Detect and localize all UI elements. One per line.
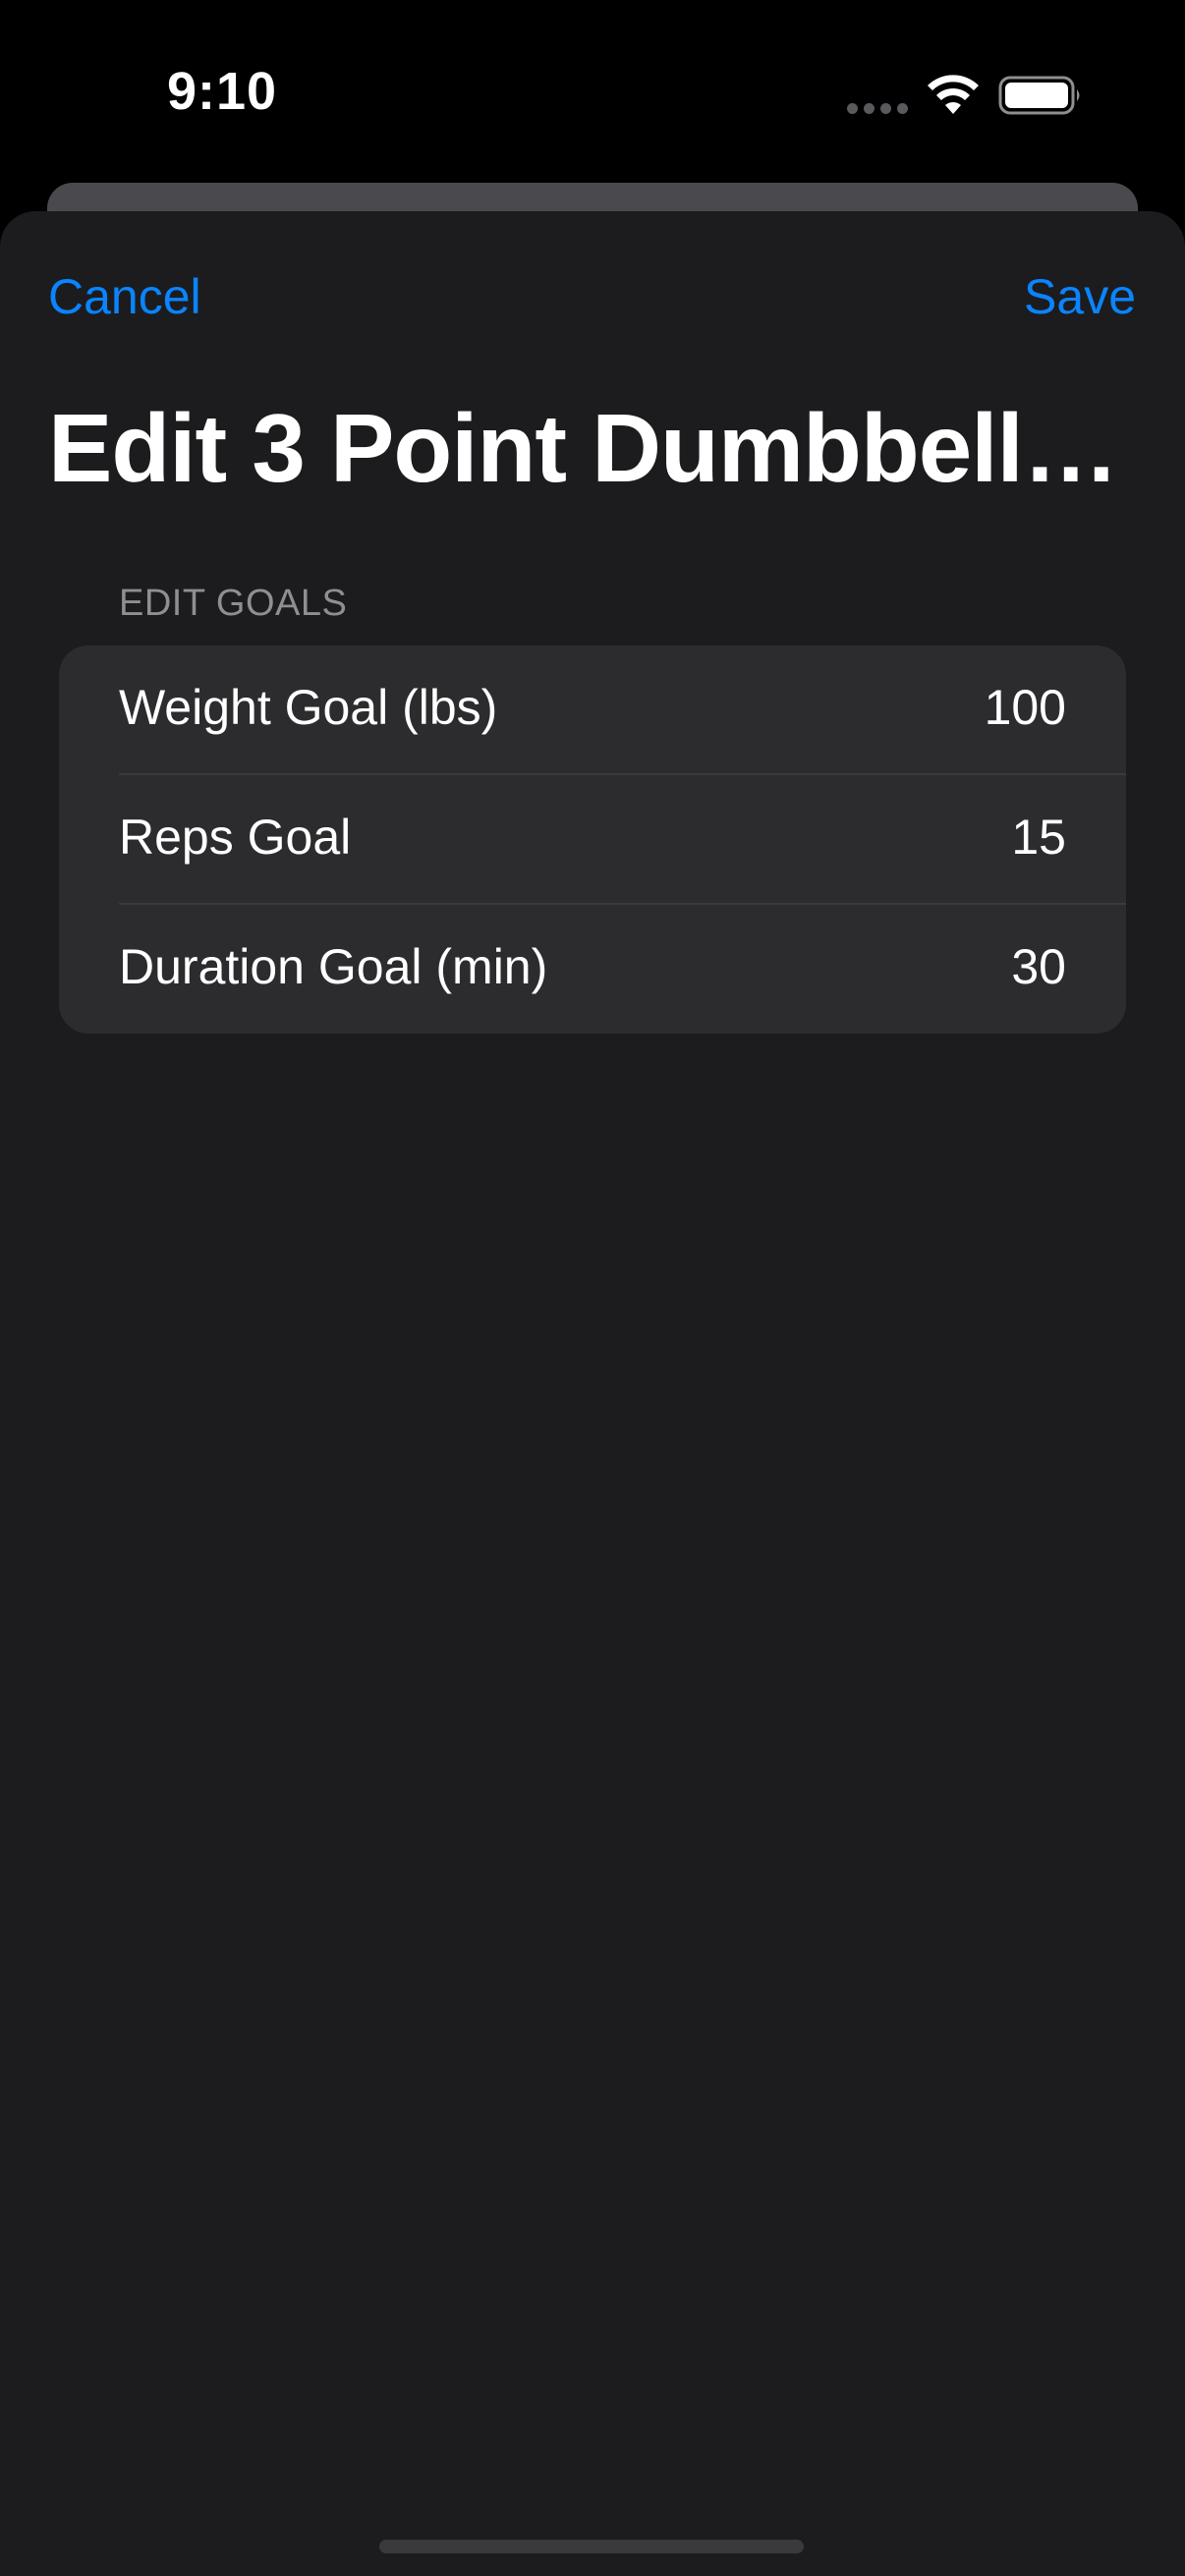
home-indicator[interactable] [379, 2540, 804, 2553]
page-title: Edit 3 Point Dumbbell Row [48, 394, 1139, 502]
edit-sheet: Cancel Save Edit 3 Point Dumbbell Row ED… [0, 211, 1185, 2576]
section-header: EDIT GOALS [119, 583, 348, 624]
save-button[interactable]: Save [1024, 268, 1136, 325]
cellular-dots-icon [847, 103, 908, 115]
weight-goal-label: Weight Goal (lbs) [119, 680, 498, 735]
reps-goal-label: Reps Goal [119, 810, 352, 865]
reps-goal-field[interactable]: 15 [1011, 809, 1066, 866]
duration-goal-row[interactable]: Duration Goal (min) 30 [59, 905, 1126, 1034]
duration-goal-label: Duration Goal (min) [119, 939, 548, 994]
weight-goal-row[interactable]: Weight Goal (lbs) 100 [59, 645, 1126, 775]
battery-icon [998, 76, 1080, 115]
goals-group: Weight Goal (lbs) 100 Reps Goal 15 Durat… [59, 645, 1126, 1034]
status-bar: 9:10 [0, 0, 1185, 187]
status-time: 9:10 [167, 62, 278, 121]
reps-goal-row[interactable]: Reps Goal 15 [59, 775, 1126, 905]
weight-goal-field[interactable]: 100 [985, 679, 1066, 736]
cancel-button[interactable]: Cancel [48, 268, 201, 325]
duration-goal-field[interactable]: 30 [1011, 938, 1066, 995]
wifi-icon [928, 75, 979, 114]
